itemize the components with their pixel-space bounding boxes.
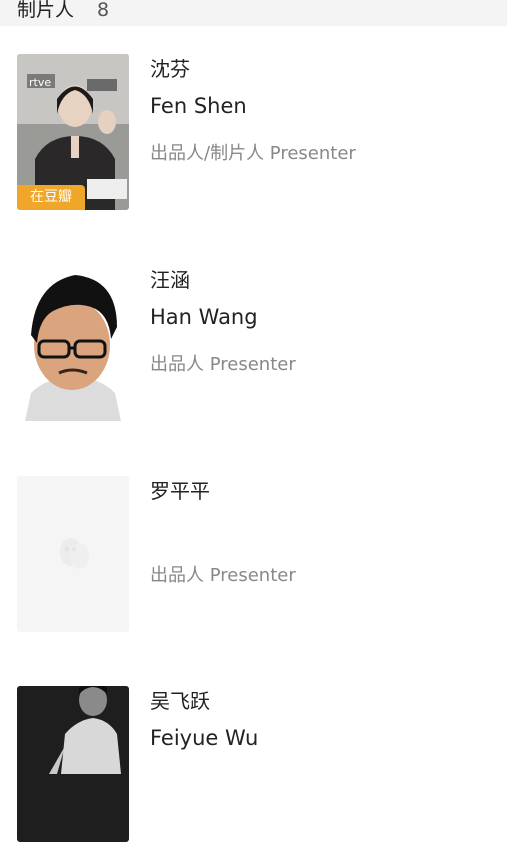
person-role: 出品人 Presenter [150,565,296,586]
person-name-zh[interactable]: 沈芬 [150,56,190,82]
person-name-zh[interactable]: 吴飞跃 [150,688,210,714]
person-name-zh[interactable]: 罗平平 [150,478,210,504]
person-item[interactable]: 汪涵 Han Wang 出品人 Presenter [0,265,507,425]
section-header: 制片人 8 [0,0,507,26]
person-photo[interactable]: rtve 在豆瓣 [17,54,129,210]
person-name-en[interactable]: Fen Shen [150,92,247,120]
person-name-en[interactable]: Feiyue Wu [150,724,258,752]
section-title: 制片人 [17,0,75,21]
person-role: 出品人/制片人 Presenter [150,143,356,164]
svg-text:rtve: rtve [29,76,51,89]
person-name-en[interactable]: Han Wang [150,303,258,331]
person-role: 出品人 Presenter [150,354,296,375]
person-item[interactable]: rtve 在豆瓣 沈芬 Fen Shen 出品人/制片人 Presenter [0,54,507,214]
person-photo[interactable] [17,265,129,421]
section-count: 8 [97,0,110,21]
person-item[interactable]: 罗平平 出品人 Presenter [0,476,507,636]
person-name-zh[interactable]: 汪涵 [150,267,190,293]
douban-badge[interactable]: 在豆瓣 [17,185,85,210]
person-photo-placeholder[interactable] [17,476,129,632]
person-photo[interactable] [17,686,129,842]
person-item[interactable]: 吴飞跃 Feiyue Wu [0,686,507,846]
